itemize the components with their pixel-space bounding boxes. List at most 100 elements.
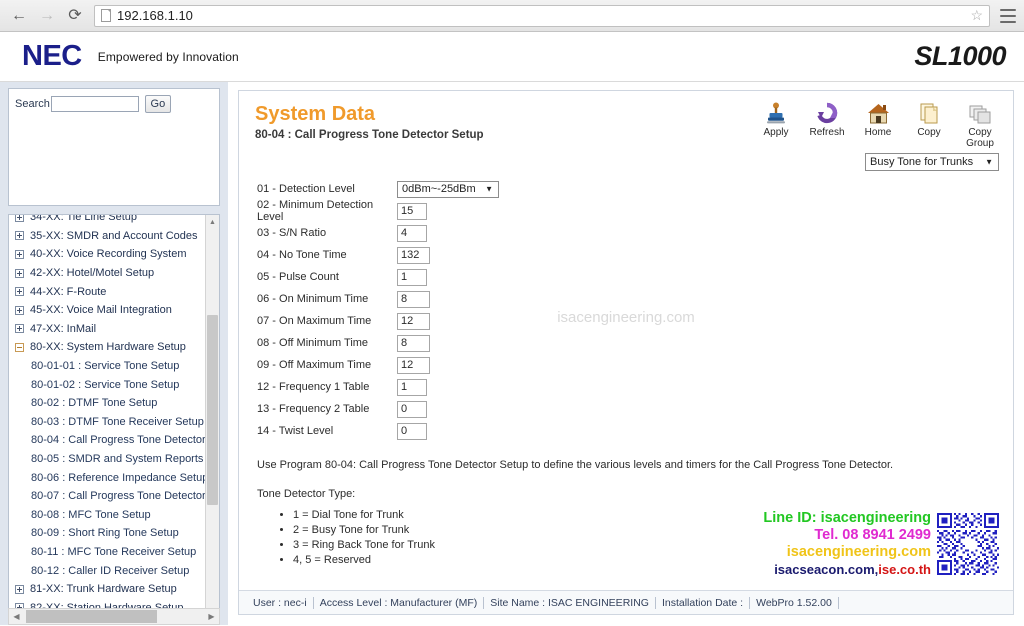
expand-icon[interactable] xyxy=(15,305,24,315)
program-tree-scrollview: 34-XX: Tie Line Setup 35-XX: SMDR and Acc… xyxy=(9,215,205,624)
expand-icon[interactable] xyxy=(15,268,24,278)
expand-icon[interactable] xyxy=(15,231,24,241)
tree-item-20[interactable]: 81-XX: Trunk Hardware Setup xyxy=(9,580,205,599)
tree-vertical-scrollbar[interactable]: ▲ ▼ xyxy=(205,215,219,624)
field-input-5[interactable]: 8 xyxy=(397,290,430,308)
tree-item-6[interactable]: 47-XX: InMail xyxy=(9,320,205,339)
field-label-4: 05 - Pulse Count xyxy=(257,271,339,284)
field-row-9: 12 - Frequency 1 Table 1 xyxy=(257,377,1013,398)
bookmark-star-icon[interactable]: ☆ xyxy=(970,7,983,24)
tree-item-0[interactable]: 34-XX: Tie Line Setup xyxy=(9,215,205,227)
tree-item-3[interactable]: 42-XX: Hotel/Motel Setup xyxy=(9,264,205,283)
tree-item-5[interactable]: 45-XX: Voice Mail Integration xyxy=(9,301,205,320)
expand-icon[interactable] xyxy=(15,584,24,594)
expand-icon[interactable] xyxy=(15,215,24,222)
search-input[interactable] xyxy=(50,96,139,112)
tree-item-label: 80-01-02 : Service Tone Setup xyxy=(31,378,180,391)
search-row: Search Go xyxy=(15,95,213,113)
tree-item-label: 40-XX: Voice Recording System xyxy=(30,248,187,261)
tree-item-12[interactable]: 80-04 : Call Progress Tone Detector Setu… xyxy=(9,431,205,450)
search-go-button[interactable]: Go xyxy=(144,95,171,113)
field-row-0: 01 - Detection Level 0dBm~-25dBm ▼ xyxy=(257,179,1013,200)
title-block: System Data 80-04 : Call Progress Tone D… xyxy=(255,103,484,141)
tree-item-label: 80-03 : DTMF Tone Receiver Setup xyxy=(31,415,204,428)
tree-item-13[interactable]: 80-05 : SMDR and System Reports Date Fo xyxy=(9,450,205,469)
collapse-icon[interactable] xyxy=(15,342,24,352)
tree-item-label: 80-05 : SMDR and System Reports Date Fo xyxy=(31,453,205,466)
page-subtitle: 80-04 : Call Progress Tone Detector Setu… xyxy=(255,129,484,141)
field-input-7[interactable]: 8 xyxy=(397,334,430,352)
tree-item-label: 80-11 : MFC Tone Receiver Setup xyxy=(31,545,197,558)
scroll-left-arrow-icon[interactable]: ◀ xyxy=(9,609,24,624)
tree-item-label: 47-XX: InMail xyxy=(30,322,97,335)
tree-item-14[interactable]: 80-06 : Reference Impedance Setup xyxy=(9,468,205,487)
tree-item-label: 80-12 : Caller ID Receiver Setup xyxy=(31,564,190,577)
hscroll-track[interactable] xyxy=(24,609,204,624)
field-input-10[interactable]: 0 xyxy=(397,400,427,418)
help-description: Use Program 80-04: Call Progress Tone De… xyxy=(257,459,894,471)
tree-item-label: 44-XX: F-Route xyxy=(30,285,107,298)
expand-icon[interactable] xyxy=(15,287,24,297)
tree-item-1[interactable]: 35-XX: SMDR and Account Codes xyxy=(9,227,205,246)
tree-item-10[interactable]: 80-02 : DTMF Tone Setup xyxy=(9,394,205,413)
tree-item-17[interactable]: 80-09 : Short Ring Tone Setup xyxy=(9,524,205,543)
expand-icon[interactable] xyxy=(15,324,24,334)
tone-type-item-2: 3 = Ring Back Tone for Trunk xyxy=(293,538,995,553)
hscroll-thumb[interactable] xyxy=(26,610,157,623)
sidebar-horizontal-scrollbar[interactable]: ◀ ▶ xyxy=(8,608,220,625)
field-input-4[interactable]: 1 xyxy=(397,268,427,286)
panel-header: System Data 80-04 : Call Progress Tone D… xyxy=(239,91,1013,171)
field-label-7: 08 - Off Minimum Time xyxy=(257,337,369,350)
site-header: NEC Empowered by Innovation SL1000 xyxy=(0,32,1024,82)
tree-item-2[interactable]: 40-XX: Voice Recording System xyxy=(9,245,205,264)
url-text[interactable]: 192.168.1.10 xyxy=(117,8,964,23)
tree-item-7[interactable]: 80-XX: System Hardware Setup xyxy=(9,338,205,357)
tree-item-15[interactable]: 80-07 : Call Progress Tone Detector Freq… xyxy=(9,487,205,506)
home-icon xyxy=(866,99,891,126)
tree-item-label: 42-XX: Hotel/Motel Setup xyxy=(30,267,155,280)
tree-item-label: 80-08 : MFC Tone Setup xyxy=(31,508,151,521)
field-input-1[interactable]: 15 xyxy=(397,202,427,220)
field-input-3[interactable]: 132 xyxy=(397,246,430,264)
field-label-0: 01 - Detection Level xyxy=(257,183,355,196)
status-segment-0: User : nec-i xyxy=(249,596,314,609)
field-label-11: 14 - Twist Level xyxy=(257,425,334,438)
app-body: Search Go 34-XX: Tie Line Setup 35-XX: SM… xyxy=(0,82,1024,625)
page-title: System Data xyxy=(255,103,376,125)
tree-item-19[interactable]: 80-12 : Caller ID Receiver Setup xyxy=(9,561,205,580)
tree-item-4[interactable]: 44-XX: F-Route xyxy=(9,282,205,301)
back-arrow-icon[interactable]: ← xyxy=(8,5,30,27)
field-input-2[interactable]: 4 xyxy=(397,224,427,242)
field-input-11[interactable]: 0 xyxy=(397,422,427,440)
reload-icon[interactable]: ⟳ xyxy=(64,5,86,27)
field-label-5: 06 - On Minimum Time xyxy=(257,293,369,306)
field-input-9[interactable]: 1 xyxy=(397,378,427,396)
forward-arrow-icon[interactable]: → xyxy=(36,5,58,27)
address-bar[interactable]: 192.168.1.10 ☆ xyxy=(94,4,990,27)
field-input-6[interactable]: 12 xyxy=(397,312,430,330)
status-bar: User : nec-i Access Level : Manufacturer … xyxy=(239,590,1013,614)
tree-item-8[interactable]: 80-01-01 : Service Tone Setup xyxy=(9,357,205,376)
status-segment-3: Installation Date : xyxy=(656,596,751,609)
refresh-icon xyxy=(815,99,839,126)
tree-item-18[interactable]: 80-11 : MFC Tone Receiver Setup xyxy=(9,543,205,562)
help-text-block: Use Program 80-04: Call Progress Tone De… xyxy=(239,443,1013,568)
expand-icon[interactable] xyxy=(15,249,24,259)
page-document-icon xyxy=(101,9,111,22)
scroll-right-arrow-icon[interactable]: ▶ xyxy=(204,609,219,624)
copy-icon xyxy=(917,99,941,126)
scroll-up-arrow-icon[interactable]: ▲ xyxy=(206,215,219,229)
tree-item-label: 80-09 : Short Ring Tone Setup xyxy=(31,527,179,540)
field-input-8[interactable]: 12 xyxy=(397,356,430,374)
tree-item-label: 80-XX: System Hardware Setup xyxy=(30,341,186,354)
tree-item-11[interactable]: 80-03 : DTMF Tone Receiver Setup xyxy=(9,413,205,432)
detection-level-select[interactable]: 0dBm~-25dBm ▼ xyxy=(397,180,499,198)
tree-item-16[interactable]: 80-08 : MFC Tone Setup xyxy=(9,506,205,525)
status-segment-4: WebPro 1.52.00 xyxy=(750,596,839,609)
tree-scroll-thumb[interactable] xyxy=(207,315,218,505)
tree-item-9[interactable]: 80-01-02 : Service Tone Setup xyxy=(9,375,205,394)
field-label-10: 13 - Frequency 2 Table xyxy=(257,403,370,416)
apply-label: Apply xyxy=(763,127,789,138)
hamburger-menu-icon[interactable] xyxy=(1000,8,1016,23)
field-label-9: 12 - Frequency 1 Table xyxy=(257,381,370,394)
